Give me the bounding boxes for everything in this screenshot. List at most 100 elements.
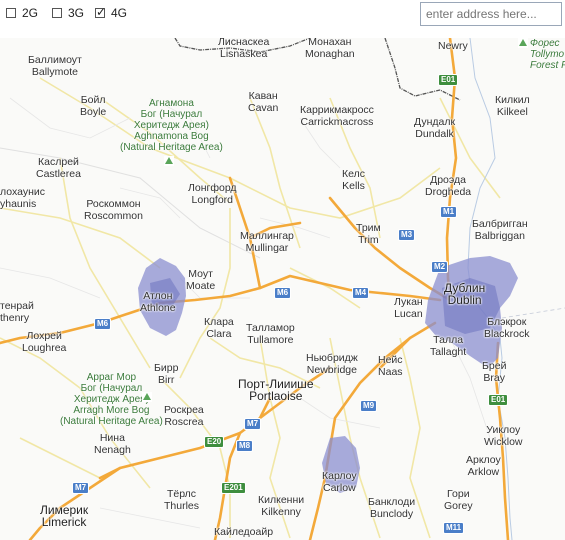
place-blackrock-en: Blackrock bbox=[484, 328, 530, 340]
place-portlaoise-en: Portlaoise bbox=[249, 389, 303, 403]
place-longford: Лонгфорд Longford bbox=[188, 182, 237, 206]
filter-4g[interactable]: 4G bbox=[95, 5, 127, 20]
bog2-l4: Arragh More Bog bbox=[73, 405, 150, 416]
place-kilkenny: Килкенни Kilkenny bbox=[258, 494, 304, 518]
place-roscrea-ru: Роскреа bbox=[164, 404, 204, 416]
place-athlone: Атлон Athlone bbox=[140, 290, 176, 314]
place-forest-ru: Форес bbox=[530, 38, 560, 49]
place-wicklow: Уиклоу Wicklow bbox=[484, 424, 523, 448]
place-carlow-en: Carlow bbox=[322, 482, 356, 494]
place-trim-ru: Трим bbox=[356, 222, 381, 234]
place-mullingar-ru: Маллингар bbox=[240, 230, 294, 242]
place-wicklow-ru: Уиклоу bbox=[486, 424, 521, 436]
place-cavan-ru: Каван bbox=[248, 90, 278, 102]
place-lisnaskea-en: Lisnaskea bbox=[220, 48, 268, 60]
road-shield-m7a: M7 bbox=[244, 418, 262, 430]
place-bray: Брей Bray bbox=[482, 360, 506, 384]
park-tree-icon bbox=[142, 392, 152, 402]
address-search-input[interactable] bbox=[420, 2, 562, 26]
place-lisnaskea: Лиснаскеа Lisnaskea bbox=[218, 38, 269, 60]
place-lisnaskea-ru: Лиснаскеа bbox=[218, 38, 270, 48]
place-athlone-en: Athlone bbox=[140, 302, 176, 314]
checkbox-2g[interactable] bbox=[6, 8, 16, 18]
place-castlerea-en: Castlerea bbox=[36, 168, 81, 180]
checkbox-3g[interactable] bbox=[52, 8, 62, 18]
place-tullamore-en: Tullamore bbox=[247, 334, 294, 346]
bog1-l2: Бог (Начурал bbox=[140, 109, 203, 120]
place-bunclody-en: Bunclody bbox=[369, 508, 414, 520]
place-tullamore: Талламор Tullamore bbox=[246, 322, 295, 346]
place-gorey: Гори Gorey bbox=[444, 488, 473, 512]
place-ballymote-en: Ballymote bbox=[31, 66, 78, 78]
place-athenry-ru: тенрай bbox=[0, 300, 34, 312]
place-cavan-en: Cavan bbox=[248, 102, 279, 114]
place-moate: Моут Moate bbox=[186, 268, 215, 292]
road-shield-e01: E01 bbox=[438, 74, 459, 86]
place-castlerea-ru: Каслрей bbox=[38, 156, 79, 168]
place-dundalk: Дундалк Dundalk bbox=[414, 116, 455, 140]
place-moate-ru: Моут bbox=[188, 268, 213, 280]
place-roscommon-en: Roscommon bbox=[84, 210, 143, 222]
place-thurles: Тёрлс Thurles bbox=[164, 488, 199, 512]
place-arklow-ru: Арклоу bbox=[466, 454, 501, 466]
place-newry-en: Newry bbox=[438, 40, 468, 52]
place-longford-en: Longford bbox=[191, 194, 233, 206]
place-carlow: Карлоу Carlow bbox=[322, 470, 357, 494]
place-castlerea: Каслрей Castlerea bbox=[36, 156, 81, 180]
place-athenry: тенрай thenry bbox=[0, 300, 34, 324]
place-kells-ru: Келс bbox=[342, 168, 365, 180]
filter-3g-label: 3G bbox=[68, 6, 85, 20]
place-roscommon-ru: Роскоммон bbox=[86, 198, 141, 210]
filter-2g[interactable]: 2G bbox=[6, 6, 38, 20]
place-clara-ru: Клара bbox=[204, 316, 234, 328]
road-shield-m4: M4 bbox=[352, 287, 370, 299]
place-newbridge-ru: Ньюбридж bbox=[306, 352, 358, 364]
road-shield-m6b: M6 bbox=[94, 318, 112, 330]
place-newry: Newry bbox=[438, 40, 468, 52]
place-arklow-en: Arklow bbox=[467, 466, 500, 478]
road-shield-m2: M2 bbox=[431, 261, 449, 273]
place-drogheda: Дроэда Drogheda bbox=[425, 174, 471, 198]
place-drogheda-en: Drogheda bbox=[425, 186, 472, 198]
road-shield-m9: M9 bbox=[360, 400, 378, 412]
place-dundalk-en: Dundalk bbox=[415, 128, 454, 140]
checkbox-4g[interactable] bbox=[95, 5, 106, 19]
place-portlaoise: Порт-Лииише Portlaoise bbox=[238, 378, 314, 402]
place-bunclody: Банклоди Bunclody bbox=[368, 496, 415, 520]
map-view[interactable]: Лиснаскеа Lisnaskea Монахан Monaghan Newry… bbox=[0, 38, 565, 540]
place-tallaght: Талла Tallaght bbox=[430, 334, 466, 358]
place-gorey-ru: Гори bbox=[447, 488, 470, 500]
place-roscrea: Роскреа Roscrea bbox=[164, 404, 204, 428]
place-carlow-ru: Карлоу bbox=[322, 470, 357, 482]
place-tallaght-en: Tallaght bbox=[430, 346, 467, 358]
filter-2g-label: 2G bbox=[22, 6, 39, 20]
filter-3g[interactable]: 3G bbox=[52, 6, 84, 20]
place-yhaunis-ru: лохаунис bbox=[0, 186, 45, 198]
place-kells-en: Kells bbox=[342, 180, 365, 192]
place-forest-en2: Forest P bbox=[530, 60, 565, 71]
place-loughrea-ru: Лохрей bbox=[26, 330, 62, 342]
road-shield-m6a: M6 bbox=[274, 287, 292, 299]
bog1-l5: (Natural Heritage Area) bbox=[120, 142, 223, 153]
place-roscrea-en: Roscrea bbox=[164, 416, 204, 428]
place-mullingar-en: Mullingar bbox=[245, 242, 289, 254]
place-moate-en: Moate bbox=[186, 280, 216, 292]
place-monaghan-en: Monaghan bbox=[305, 48, 355, 60]
park-tree-icon bbox=[164, 156, 174, 166]
place-bunclody-ru: Банклоди bbox=[368, 496, 416, 508]
place-ballymote: Баллимоут Ballymote bbox=[28, 54, 82, 78]
place-wicklow-en: Wicklow bbox=[484, 436, 523, 448]
place-forest-en1: Tollymo bbox=[530, 49, 565, 60]
place-boyle-ru: Бойл bbox=[80, 94, 106, 106]
place-lucan-ru: Лукан bbox=[394, 296, 423, 308]
place-newbridge-en: Newbridge bbox=[306, 364, 357, 376]
bog2-l5: (Natural Heritage Area) bbox=[60, 416, 163, 427]
place-loughrea: Лохрей Loughrea bbox=[22, 330, 66, 354]
place-trim-en: Trim bbox=[358, 234, 379, 246]
place-athlone-ru: Атлон bbox=[143, 290, 173, 302]
place-trim: Трим Trim bbox=[356, 222, 381, 246]
place-kilkenny-en: Kilkenny bbox=[261, 506, 301, 518]
place-lucan: Лукан Lucan bbox=[394, 296, 423, 320]
place-ballymote-ru: Баллимоут bbox=[28, 54, 82, 66]
place-aghnamona-bog: Агнамона Бог (Начурал Херитедж Арея) Aghnam… bbox=[120, 98, 223, 153]
